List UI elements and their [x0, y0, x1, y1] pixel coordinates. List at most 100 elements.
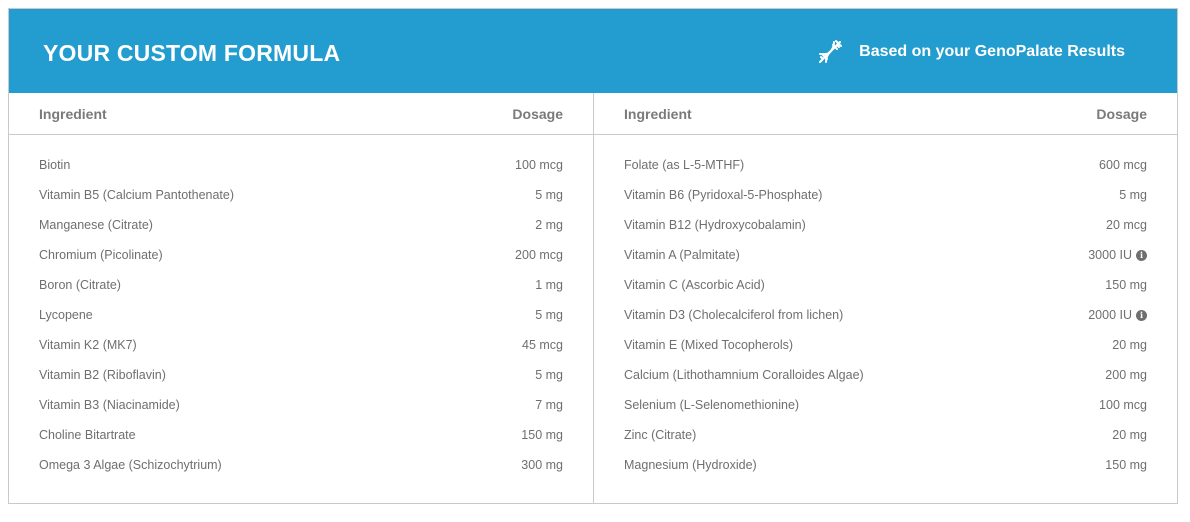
dosage-value: 3000 IU — [1088, 248, 1132, 262]
ingredient-name: Zinc (Citrate) — [624, 428, 697, 442]
table-header: Ingredient Dosage — [9, 93, 593, 135]
ingredient-dosage: 2 mg — [535, 218, 563, 232]
ingredient-name: Manganese (Citrate) — [39, 218, 153, 232]
table-row: Selenium (L-Selenomethionine) 100 mcg — [594, 391, 1177, 421]
ingredient-dosage: 1 mg — [535, 278, 563, 292]
dosage-value: 5 mg — [535, 368, 563, 382]
dosage-value: 150 mg — [1105, 278, 1147, 292]
ingredient-dosage: 150 mg — [1105, 278, 1147, 292]
ingredient-name: Choline Bitartrate — [39, 428, 136, 442]
ingredient-name: Folate (as L-5-MTHF) — [624, 158, 745, 172]
table-row: Vitamin D3 (Cholecalciferol from lichen)… — [594, 301, 1177, 331]
table-row: Vitamin A (Palmitate) 3000 IU i — [594, 241, 1177, 271]
info-icon[interactable]: i — [1136, 249, 1147, 261]
ingredient-dosage: 300 mg — [521, 458, 563, 472]
ingredient-name: Boron (Citrate) — [39, 278, 121, 292]
table-row: Biotin 100 mcg — [9, 151, 593, 181]
ingredient-name: Vitamin D3 (Cholecalciferol from lichen) — [624, 308, 844, 322]
ingredient-dosage: 200 mcg — [515, 248, 563, 262]
dosage-value: 20 mcg — [1106, 218, 1147, 232]
column-header-dosage: Dosage — [512, 106, 563, 122]
ingredient-dosage: 5 mg — [535, 308, 563, 322]
dosage-value: 20 mg — [1112, 428, 1147, 442]
ingredient-name: Chromium (Picolinate) — [39, 248, 163, 262]
ingredient-list: Biotin 100 mcg Vitamin B5 (Calcium Pantoth… — [9, 151, 593, 481]
ingredient-name: Lycopene — [39, 308, 93, 322]
table-row: Calcium (Lithothamnium Coralloides Algae… — [594, 361, 1177, 391]
genopalate-results-link: Based on your GenoPalate Results — [813, 35, 1125, 69]
table-row: Vitamin E (Mixed Tocopherols) 20 mg — [594, 331, 1177, 361]
ingredient-dosage: 5 mg — [535, 188, 563, 202]
dosage-value: 45 mcg — [522, 338, 563, 352]
table-row: Vitamin B3 (Niacinamide) 7 mg — [9, 391, 593, 421]
dosage-value: 150 mg — [1105, 458, 1147, 472]
ingredient-name: Vitamin E (Mixed Tocopherols) — [624, 338, 794, 352]
dosage-value: 200 mcg — [515, 248, 563, 262]
table-header: Ingredient Dosage — [594, 93, 1177, 135]
dosage-value: 100 mcg — [1099, 398, 1147, 412]
ingredient-dosage: 150 mg — [521, 428, 563, 442]
ingredient-name: Vitamin B12 (Hydroxycobalamin) — [624, 218, 806, 232]
dosage-value: 200 mg — [1105, 368, 1147, 382]
right-ingredient-table: Ingredient Dosage Folate (as L-5-MTHF) 60… — [594, 93, 1177, 503]
ingredient-name: Vitamin B3 (Niacinamide) — [39, 398, 180, 412]
column-header-dosage: Dosage — [1096, 106, 1147, 122]
ingredient-dosage: 20 mcg — [1106, 218, 1147, 232]
ingredient-dosage: 150 mg — [1105, 458, 1147, 472]
ingredient-name: Magnesium (Hydroxide) — [624, 458, 757, 472]
dosage-value: 5 mg — [1119, 188, 1147, 202]
ingredient-dosage: 7 mg — [535, 398, 563, 412]
table-row: Vitamin B12 (Hydroxycobalamin) 20 mcg — [594, 211, 1177, 241]
column-header-ingredient: Ingredient — [39, 106, 107, 122]
left-ingredient-table: Ingredient Dosage Biotin 100 mcg Vitamin B… — [9, 93, 594, 503]
dosage-value: 20 mg — [1112, 338, 1147, 352]
dosage-value: 5 mg — [535, 308, 563, 322]
page-title: YOUR CUSTOM FORMULA — [43, 40, 341, 66]
ingredient-dosage: 100 mcg — [1099, 398, 1147, 412]
ingredient-name: Vitamin C (Ascorbic Acid) — [624, 278, 765, 292]
column-header-ingredient: Ingredient — [624, 106, 692, 122]
table-row: Manganese (Citrate) 2 mg — [9, 211, 593, 241]
ingredient-dosage: 2000 IU i — [1088, 308, 1147, 322]
dosage-value: 100 mcg — [515, 158, 563, 172]
table-row: Chromium (Picolinate) 200 mcg — [9, 241, 593, 271]
ingredient-name: Vitamin B5 (Calcium Pantothenate) — [39, 188, 235, 202]
header-subtitle: Based on your GenoPalate Results — [859, 43, 1125, 60]
ingredient-dosage: 100 mcg — [515, 158, 563, 172]
table-row: Vitamin B2 (Riboflavin) 5 mg — [9, 361, 593, 391]
formula-header: YOUR CUSTOM FORMULA Based on your GenoPa… — [9, 9, 1177, 93]
table-row: Folate (as L-5-MTHF) 600 mcg — [594, 151, 1177, 181]
ingredient-name: Selenium (L-Selenomethionine) — [624, 398, 800, 412]
ingredient-dosage: 200 mg — [1105, 368, 1147, 382]
ingredient-name: Biotin — [39, 158, 71, 172]
dosage-value: 7 mg — [535, 398, 563, 412]
ingredient-dosage: 20 mg — [1112, 338, 1147, 352]
ingredient-name: Vitamin B2 (Riboflavin) — [39, 368, 166, 382]
table-row: Vitamin C (Ascorbic Acid) 150 mg — [594, 271, 1177, 301]
dna-icon — [813, 35, 847, 69]
ingredient-name: Calcium (Lithothamnium Coralloides Algae… — [624, 368, 864, 382]
ingredient-dosage: 600 mcg — [1099, 158, 1147, 172]
table-row: Zinc (Citrate) 20 mg — [594, 421, 1177, 451]
table-row: Boron (Citrate) 1 mg — [9, 271, 593, 301]
table-row: Choline Bitartrate 150 mg — [9, 421, 593, 451]
table-row: Magnesium (Hydroxide) 150 mg — [594, 451, 1177, 481]
ingredient-dosage: 5 mg — [535, 368, 563, 382]
ingredient-name: Vitamin A (Palmitate) — [624, 248, 740, 262]
ingredient-dosage: 45 mcg — [522, 338, 563, 352]
dosage-value: 5 mg — [535, 188, 563, 202]
table-row: Vitamin B6 (Pyridoxal-5-Phosphate) 5 mg — [594, 181, 1177, 211]
ingredient-dosage: 20 mg — [1112, 428, 1147, 442]
ingredient-name: Vitamin B6 (Pyridoxal-5-Phosphate) — [624, 188, 823, 202]
table-row: Vitamin B5 (Calcium Pantothenate) 5 mg — [9, 181, 593, 211]
table-row: Omega 3 Algae (Schizochytrium) 300 mg — [9, 451, 593, 481]
ingredient-dosage: 3000 IU i — [1088, 248, 1147, 262]
dosage-value: 2 mg — [535, 218, 563, 232]
ingredient-list: Folate (as L-5-MTHF) 600 mcg Vitamin B6 (P… — [594, 151, 1177, 481]
ingredient-dosage: 5 mg — [1119, 188, 1147, 202]
dosage-value: 2000 IU — [1088, 308, 1132, 322]
dosage-value: 600 mcg — [1099, 158, 1147, 172]
table-row: Lycopene 5 mg — [9, 301, 593, 331]
dosage-value: 150 mg — [521, 428, 563, 442]
info-icon[interactable]: i — [1136, 309, 1147, 321]
